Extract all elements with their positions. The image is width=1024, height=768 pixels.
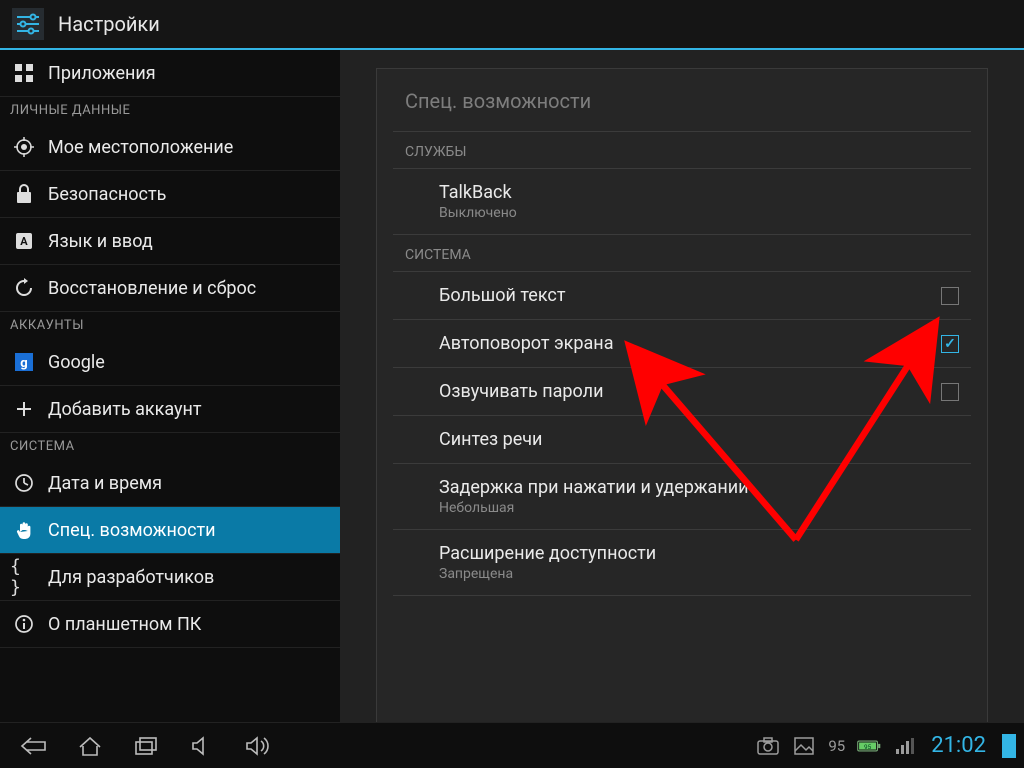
nav-volume-down-button[interactable] bbox=[176, 727, 228, 765]
panel-category-system: СИСТЕМА bbox=[393, 235, 971, 272]
content-pane: Спец. возможности СЛУЖБЫ TalkBack Выключ… bbox=[340, 50, 1024, 722]
row-label: TalkBack bbox=[439, 182, 517, 203]
row-label: Озвучивать пароли bbox=[439, 381, 603, 402]
lock-icon bbox=[10, 180, 38, 208]
picture-icon bbox=[792, 734, 816, 758]
row-speak-passwords[interactable]: Озвучивать пароли bbox=[393, 368, 971, 416]
row-label: Задержка при нажатии и удержании bbox=[439, 477, 749, 498]
sidebar-item-developer[interactable]: { } Для разработчиков bbox=[0, 554, 340, 601]
nav-volume-up-button[interactable] bbox=[232, 727, 284, 765]
panel-title: Спец. возможности bbox=[393, 69, 971, 132]
row-accessibility-extension[interactable]: Расширение доступности Запрещена bbox=[393, 530, 971, 596]
sidebar-item-label: Для разработчиков bbox=[48, 567, 214, 588]
row-auto-rotate[interactable]: Автоповорот экрана bbox=[393, 320, 971, 368]
row-label: Синтез речи bbox=[439, 429, 542, 450]
panel-category-services: СЛУЖБЫ bbox=[393, 132, 971, 169]
plus-icon bbox=[10, 395, 38, 423]
checkbox-speak-passwords[interactable] bbox=[941, 383, 959, 401]
page-title: Настройки bbox=[58, 12, 160, 36]
braces-icon: { } bbox=[10, 563, 38, 591]
battery-percent-text: 95 bbox=[828, 737, 845, 755]
row-touch-hold-delay[interactable]: Задержка при нажатии и удержании Небольш… bbox=[393, 464, 971, 530]
sidebar-item-label: Добавить аккаунт bbox=[48, 399, 202, 420]
row-label: Автоповорот экрана bbox=[439, 333, 613, 354]
row-sublabel: Выключено bbox=[439, 205, 517, 221]
status-indicator bbox=[1002, 734, 1016, 758]
info-icon bbox=[10, 610, 38, 638]
sidebar-item-label: Приложения bbox=[48, 63, 156, 84]
row-large-text[interactable]: Большой текст bbox=[393, 272, 971, 320]
sidebar-item-label: О планшетном ПК bbox=[48, 614, 201, 635]
system-tray[interactable]: 95 95 21:02 bbox=[752, 733, 1016, 758]
sidebar-item-datetime[interactable]: Дата и время bbox=[0, 460, 340, 507]
row-label: Расширение доступности bbox=[439, 543, 656, 564]
nav-recents-button[interactable] bbox=[120, 727, 172, 765]
sidebar-item-accessibility[interactable]: Спец. возможности bbox=[0, 507, 340, 554]
sidebar-item-add-account[interactable]: Добавить аккаунт bbox=[0, 386, 340, 433]
sidebar-category-system: СИСТЕМА bbox=[0, 433, 340, 460]
svg-text:g: g bbox=[20, 356, 27, 371]
sidebar-item-security[interactable]: Безопасность bbox=[0, 171, 340, 218]
sidebar-item-language[interactable]: A Язык и ввод bbox=[0, 218, 340, 265]
svg-text:95: 95 bbox=[864, 742, 872, 750]
sidebar-item-label: Google bbox=[48, 352, 105, 373]
signal-icon bbox=[893, 734, 917, 758]
refresh-icon bbox=[10, 274, 38, 302]
sidebar-item-about[interactable]: О планшетном ПК bbox=[0, 601, 340, 648]
sidebar-category-accounts: АККАУНТЫ bbox=[0, 312, 340, 339]
sidebar-item-label: Мое местоположение bbox=[48, 137, 233, 158]
camera-icon bbox=[756, 734, 780, 758]
title-bar: Настройки bbox=[0, 0, 1024, 48]
row-tts[interactable]: Синтез речи bbox=[393, 416, 971, 464]
language-icon: A bbox=[10, 227, 38, 255]
sidebar-item-label: Дата и время bbox=[48, 473, 162, 494]
sidebar-item-label: Безопасность bbox=[48, 184, 166, 205]
checkbox-auto-rotate[interactable] bbox=[941, 335, 959, 353]
sidebar-item-backup-reset[interactable]: Восстановление и сброс bbox=[0, 265, 340, 312]
sidebar-item-label: Восстановление и сброс bbox=[48, 278, 256, 299]
row-sublabel: Запрещена bbox=[439, 566, 656, 582]
settings-sidebar: Приложения ЛИЧНЫЕ ДАННЫЕ Мое местоположе… bbox=[0, 50, 340, 722]
sidebar-item-google[interactable]: g Google bbox=[0, 339, 340, 386]
svg-text:A: A bbox=[20, 235, 28, 248]
status-clock: 21:02 bbox=[931, 733, 986, 758]
main-pane: Приложения ЛИЧНЫЕ ДАННЫЕ Мое местоположе… bbox=[0, 50, 1024, 722]
sidebar-category-personal: ЛИЧНЫЕ ДАННЫЕ bbox=[0, 97, 340, 124]
row-talkback[interactable]: TalkBack Выключено bbox=[393, 169, 971, 235]
hand-icon bbox=[10, 516, 38, 544]
nav-back-button[interactable] bbox=[8, 727, 60, 765]
apps-icon bbox=[10, 59, 38, 87]
accessibility-panel: Спец. возможности СЛУЖБЫ TalkBack Выключ… bbox=[376, 68, 988, 722]
checkbox-large-text[interactable] bbox=[941, 287, 959, 305]
settings-app-icon bbox=[10, 6, 46, 42]
sidebar-item-label: Спец. возможности bbox=[48, 520, 216, 541]
location-icon bbox=[10, 133, 38, 161]
row-sublabel: Небольшая bbox=[439, 500, 749, 516]
clock-icon bbox=[10, 469, 38, 497]
sidebar-item-location[interactable]: Мое местоположение bbox=[0, 124, 340, 171]
google-icon: g bbox=[10, 348, 38, 376]
sidebar-item-label: Язык и ввод bbox=[48, 231, 153, 252]
nav-home-button[interactable] bbox=[64, 727, 116, 765]
battery-icon: 95 bbox=[857, 734, 881, 758]
system-navbar: 95 95 21:02 bbox=[0, 722, 1024, 768]
sidebar-item-apps[interactable]: Приложения bbox=[0, 50, 340, 97]
row-label: Большой текст bbox=[439, 285, 566, 306]
